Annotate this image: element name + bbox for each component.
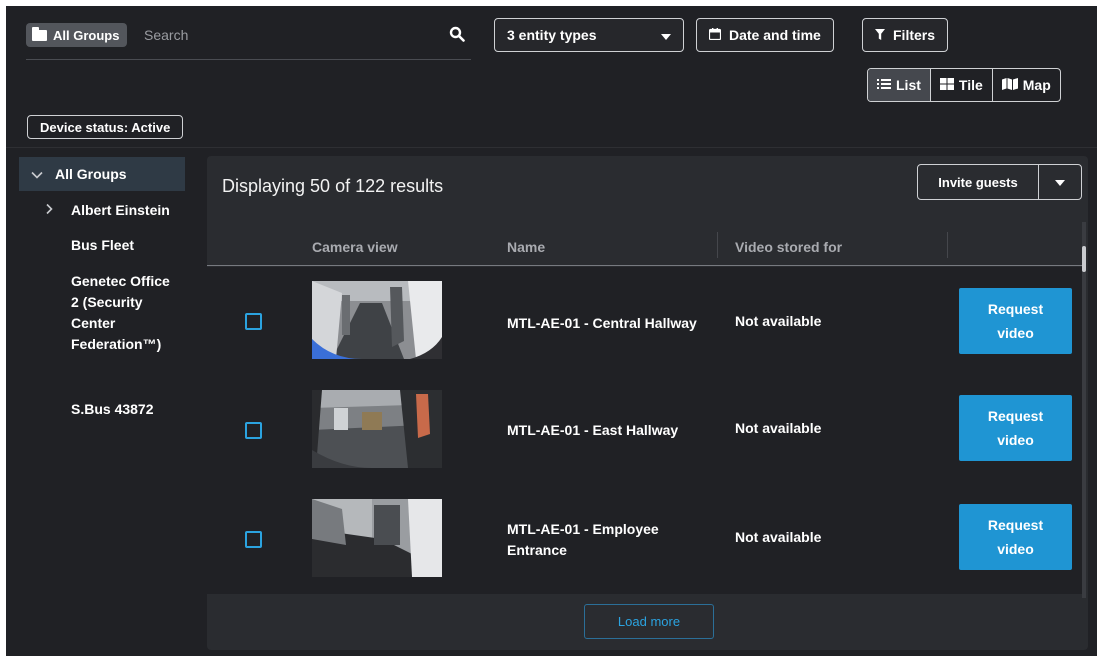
table-row: MTL-AE-01 - Employee Entrance Not availa… bbox=[207, 485, 1082, 594]
entity-types-label: 3 entity types bbox=[507, 27, 597, 43]
view-tile-label: Tile bbox=[958, 77, 983, 93]
caret-down-icon bbox=[1055, 173, 1065, 191]
app-window: All Groups 3 entity types Date and time … bbox=[6, 6, 1097, 656]
tree-item-all-groups[interactable]: All Groups bbox=[19, 157, 185, 191]
group-selector[interactable]: All Groups bbox=[26, 23, 128, 47]
caret-down-icon bbox=[661, 27, 671, 43]
chevron-down-icon bbox=[31, 166, 43, 182]
column-header-name: Name bbox=[507, 239, 546, 255]
map-icon bbox=[1001, 77, 1018, 93]
search-icon[interactable] bbox=[449, 26, 465, 42]
row-name[interactable]: MTL-AE-01 - Central Hallway bbox=[507, 313, 717, 334]
view-list-label: List bbox=[896, 77, 921, 93]
view-tile-button[interactable]: Tile bbox=[931, 69, 993, 101]
table-row: MTL-AE-01 - East Hallway Not available R… bbox=[207, 376, 1082, 485]
tree-item-genetec-office[interactable]: Genetec Office 2 (Security Center Federa… bbox=[71, 271, 171, 355]
row-stored: Not available bbox=[735, 313, 822, 329]
date-time-button[interactable]: Date and time bbox=[696, 18, 834, 52]
invite-guests-split-button: Invite guests bbox=[917, 164, 1082, 200]
column-separator bbox=[947, 232, 948, 258]
row-checkbox[interactable] bbox=[245, 531, 262, 548]
results-panel: Displaying 50 of 122 results Invite gues… bbox=[207, 156, 1088, 650]
scrollbar-thumb[interactable] bbox=[1082, 246, 1086, 272]
camera-thumbnail[interactable] bbox=[312, 390, 442, 468]
tree-item-label: All Groups bbox=[55, 166, 127, 182]
tree-item-sbus[interactable]: S.Bus 43872 bbox=[71, 399, 191, 420]
divider bbox=[6, 147, 1097, 148]
results-scrollbar[interactable] bbox=[1082, 222, 1086, 598]
load-more-button[interactable]: Load more bbox=[584, 604, 714, 639]
row-checkbox[interactable] bbox=[245, 313, 262, 330]
entity-types-dropdown[interactable]: 3 entity types bbox=[494, 18, 684, 52]
row-stored: Not available bbox=[735, 529, 822, 545]
camera-thumbnail[interactable] bbox=[312, 499, 442, 577]
date-time-label: Date and time bbox=[729, 27, 821, 43]
search-bar: All Groups bbox=[26, 22, 471, 60]
results-summary: Displaying 50 of 122 results bbox=[222, 176, 444, 196]
tile-icon bbox=[939, 77, 954, 93]
view-list-button[interactable]: List bbox=[868, 69, 931, 101]
view-map-label: Map bbox=[1022, 77, 1051, 93]
column-header-camera: Camera view bbox=[312, 239, 398, 255]
request-video-button[interactable]: Request video bbox=[959, 288, 1072, 354]
table-row: MTL-AE-01 - Central Hallway Not availabl… bbox=[207, 267, 1082, 376]
row-name[interactable]: MTL-AE-01 - Employee Entrance bbox=[507, 519, 717, 561]
invite-guests-button[interactable]: Invite guests bbox=[918, 165, 1039, 199]
folder-icon bbox=[32, 26, 47, 41]
list-icon bbox=[877, 77, 891, 93]
camera-thumbnail[interactable] bbox=[312, 281, 442, 359]
view-switcher: List Tile Map bbox=[867, 68, 1061, 102]
column-header-stored: Video stored for bbox=[735, 239, 843, 255]
row-checkbox[interactable] bbox=[245, 422, 262, 439]
tree-item-bus-fleet[interactable]: Bus Fleet bbox=[71, 235, 191, 256]
group-selector-label: All Groups bbox=[53, 27, 120, 43]
invite-dropdown-button[interactable] bbox=[1039, 165, 1081, 199]
filters-button[interactable]: Filters bbox=[862, 18, 949, 52]
table-header: Camera view Name Video stored for bbox=[207, 228, 1082, 266]
column-separator bbox=[717, 232, 718, 258]
filter-icon bbox=[875, 27, 885, 43]
calendar-icon bbox=[708, 27, 722, 43]
row-stored: Not available bbox=[735, 420, 822, 436]
device-status-chip[interactable]: Device status: Active bbox=[27, 115, 184, 139]
request-video-button[interactable]: Request video bbox=[959, 504, 1072, 570]
search-input[interactable] bbox=[144, 24, 434, 46]
filters-label: Filters bbox=[893, 27, 936, 43]
row-name[interactable]: MTL-AE-01 - East Hallway bbox=[507, 420, 717, 441]
chevron-right-icon[interactable] bbox=[43, 202, 55, 215]
tree-item-albert-einstein[interactable]: Albert Einstein bbox=[71, 200, 191, 221]
view-map-button[interactable]: Map bbox=[993, 69, 1060, 101]
request-video-button[interactable]: Request video bbox=[959, 395, 1072, 461]
